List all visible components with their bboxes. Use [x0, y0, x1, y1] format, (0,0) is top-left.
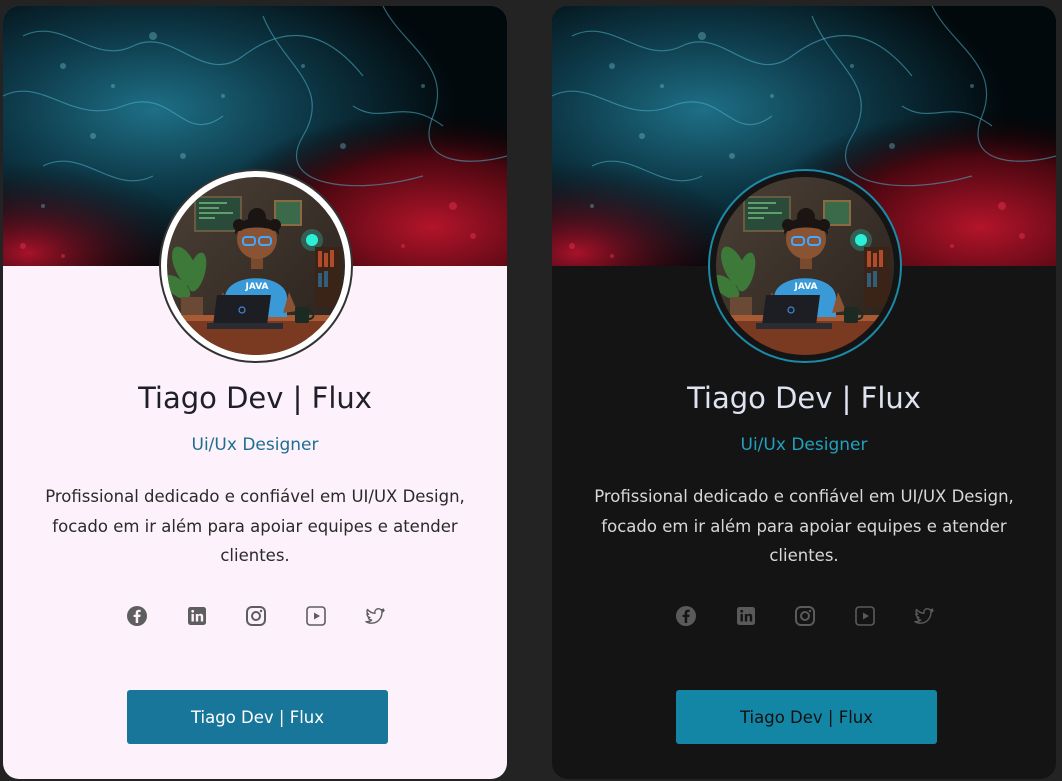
twitter-icon[interactable]: [363, 604, 387, 628]
profile-button[interactable]: Tiago Dev | Flux: [127, 690, 388, 744]
linkedin-icon[interactable]: [734, 604, 758, 628]
social-links: [674, 604, 936, 628]
avatar: [167, 177, 345, 355]
profile-role: Ui/Ux Designer: [191, 435, 319, 455]
avatar-ring: [708, 169, 902, 363]
profile-role: Ui/Ux Designer: [740, 435, 868, 455]
profile-bio: Profissional dedicado e confiável em UI/…: [594, 487, 1014, 565]
linkedin-icon[interactable]: [185, 604, 209, 628]
profile-bio: Profissional dedicado e confiável em UI/…: [45, 487, 465, 565]
social-links: [125, 604, 387, 628]
stage: Tiago Dev | Flux Ui/Ux Designer Profissi…: [0, 0, 1062, 781]
profile-name: Tiago Dev | Flux: [687, 381, 921, 415]
avatar: [716, 177, 894, 355]
youtube-icon[interactable]: [853, 604, 877, 628]
facebook-icon[interactable]: [674, 604, 698, 628]
youtube-icon[interactable]: [304, 604, 328, 628]
profile-card-dark: Tiago Dev | Flux Ui/Ux Designer Profissi…: [552, 6, 1056, 779]
profile-card-light: Tiago Dev | Flux Ui/Ux Designer Profissi…: [3, 6, 507, 779]
facebook-icon[interactable]: [125, 604, 149, 628]
instagram-icon[interactable]: [793, 604, 817, 628]
twitter-icon[interactable]: [912, 604, 936, 628]
avatar-ring: [159, 169, 353, 363]
profile-button[interactable]: Tiago Dev | Flux: [676, 690, 937, 744]
instagram-icon[interactable]: [244, 604, 268, 628]
profile-name: Tiago Dev | Flux: [138, 381, 372, 415]
